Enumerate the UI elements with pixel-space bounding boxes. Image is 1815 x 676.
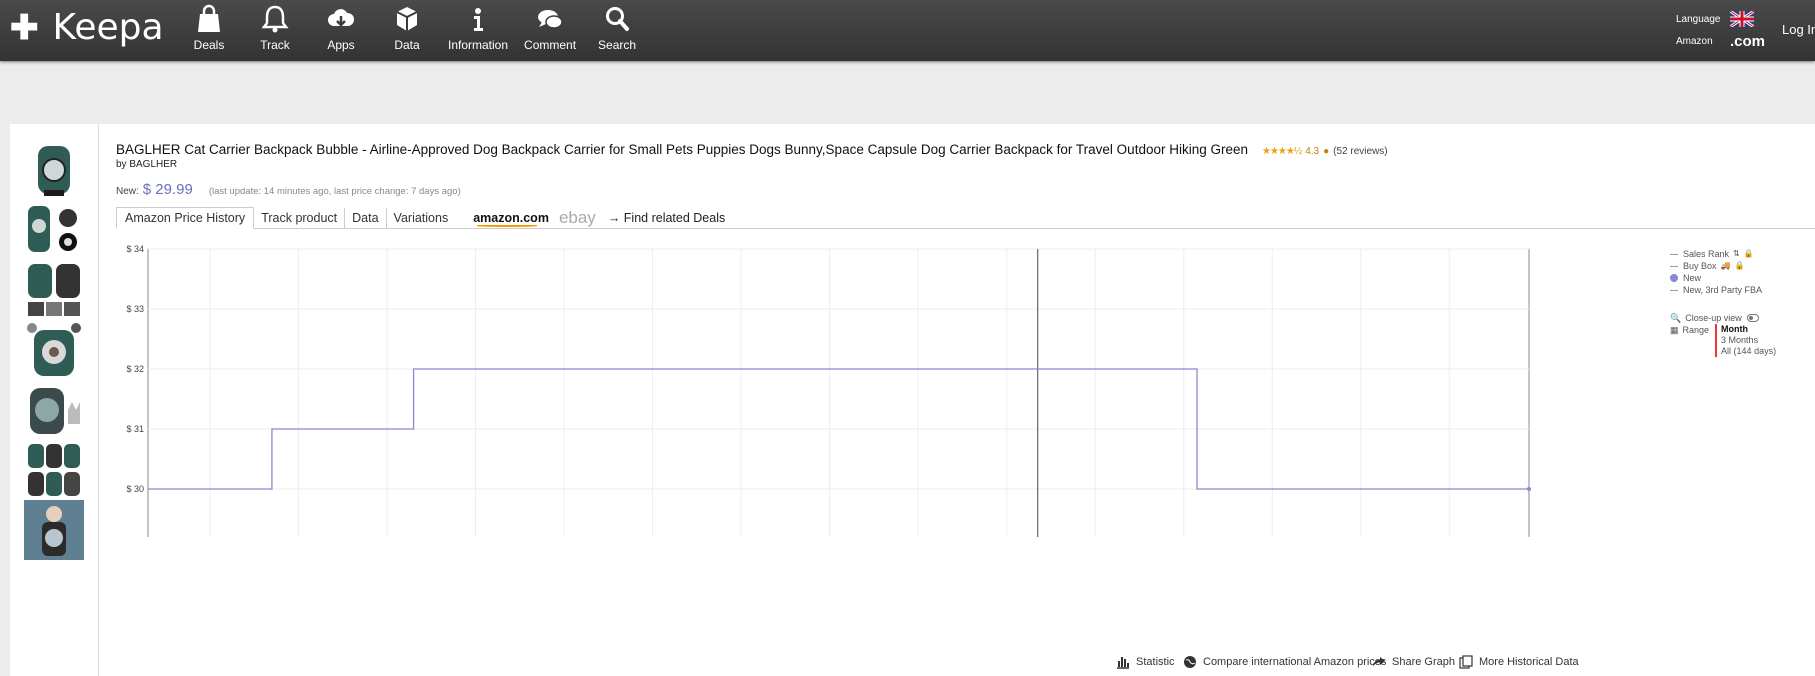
shopping-bag-icon: [198, 4, 220, 32]
nav-deals[interactable]: Deals: [176, 4, 242, 52]
compare-international-button[interactable]: Compare international Amazon prices: [1183, 655, 1386, 669]
legend-new-fba[interactable]: New, 3rd Party FBA: [1670, 284, 1776, 296]
thumbnail-backpack-colors[interactable]: [24, 440, 84, 500]
nav-label: Data: [394, 38, 420, 52]
price-label: New:: [116, 186, 139, 197]
nav-label: Comment: [524, 38, 577, 52]
calendar-icon: ▦: [1670, 325, 1679, 335]
nav-comment[interactable]: Comment: [516, 4, 584, 52]
statistic-button[interactable]: Statistic: [1116, 655, 1175, 669]
product-thumbnails: [10, 124, 99, 676]
thumbnail-person-wearing-backpack[interactable]: [24, 500, 84, 560]
thumbnail-backpack-front[interactable]: [24, 140, 84, 200]
y-tick-label: $ 32: [126, 364, 144, 374]
rating-value: 4.3: [1305, 146, 1320, 157]
search-icon: [606, 7, 630, 31]
chart-legend: Sales Rank ⇅ 🔒 Buy Box 🚚 🔒 New New, 3rd Part…: [1670, 248, 1776, 357]
lock-icon: 🔒: [1743, 249, 1754, 258]
product-title-line: BAGLHER Cat Carrier Backpack Bubble - Ai…: [116, 142, 1388, 157]
bell-icon: [261, 5, 289, 33]
thumbnail-backpack-with-cat[interactable]: [24, 380, 84, 440]
amazon-label: Amazon: [1676, 35, 1713, 47]
globe-icon: [1184, 656, 1196, 668]
current-price: $ 29.99: [142, 181, 193, 198]
product-title[interactable]: BAGLHER Cat Carrier Backpack Bubble - Ai…: [116, 142, 1248, 157]
legend-buy-box[interactable]: Buy Box 🚚 🔒: [1670, 260, 1776, 272]
share-icon: [1373, 657, 1385, 667]
tab-data[interactable]: Data: [345, 208, 387, 228]
truck-icon: 🚚: [1720, 261, 1731, 270]
tab-variations[interactable]: Variations: [387, 208, 456, 228]
sort-icon: ⇅: [1733, 249, 1740, 258]
info-icon: [474, 8, 484, 31]
plot-area: [147, 248, 1530, 537]
nav-data[interactable]: Data: [374, 4, 440, 52]
range-option-all[interactable]: All (144 days): [1721, 346, 1776, 357]
nav-search[interactable]: Search: [584, 4, 650, 52]
range-option-month[interactable]: Month: [1721, 324, 1776, 335]
nav-label: Search: [598, 38, 637, 52]
cube-icon: [396, 7, 418, 31]
nav-label: Information: [448, 38, 509, 52]
tab-track-product[interactable]: Track product: [254, 208, 346, 228]
range-selector: ▦ Range Month 3 Months All (144 days): [1670, 324, 1777, 357]
y-tick-label: $ 30: [126, 484, 144, 494]
nav-label: Track: [260, 38, 290, 52]
keepa-logo[interactable]: ✚ Keepa: [10, 8, 164, 48]
share-graph-button[interactable]: Share Graph: [1372, 655, 1455, 669]
legend-new[interactable]: New: [1670, 272, 1776, 284]
amazon-domain[interactable]: .com: [1730, 33, 1765, 50]
language-label: Language: [1676, 13, 1721, 25]
logo-text: Keepa: [52, 7, 164, 48]
top-navigation-bar: ✚ Keepa Deals Track Apps Data Informatio…: [0, 0, 1815, 61]
main-nav: Deals Track Apps Data Information Commen…: [176, 4, 650, 52]
toggle-icon: [1746, 314, 1759, 322]
y-tick-label: $ 31: [126, 424, 144, 434]
tab-price-history[interactable]: Amazon Price History: [116, 207, 255, 229]
product-panel: BAGLHER Cat Carrier Backpack Bubble - Ai…: [10, 124, 1815, 676]
plus-icon: ✚: [10, 9, 39, 47]
comments-icon: [538, 10, 563, 29]
login-link[interactable]: Log In: [1782, 22, 1815, 37]
find-related-deals-link[interactable]: → Find related Deals: [608, 208, 725, 228]
nav-information[interactable]: Information: [440, 4, 516, 52]
y-tick-label: $ 34: [126, 244, 144, 254]
brand-byline: by BAGLHER: [116, 159, 178, 170]
product-tabs: Amazon Price History Track product Data …: [116, 206, 1815, 229]
nav-label: Apps: [327, 38, 355, 52]
range-option-3-months[interactable]: 3 Months: [1721, 335, 1776, 346]
ebay-link[interactable]: ebay: [559, 208, 596, 228]
info-circle-icon: ●: [1323, 146, 1330, 157]
price-line: New: $ 29.99 (last update: 14 minutes ago,…: [116, 181, 461, 198]
nav-label: Deals: [193, 38, 225, 52]
closeup-view-toggle[interactable]: 🔍 Close-up view: [1670, 312, 1776, 324]
locale-selector[interactable]: Language Amazon .com: [1676, 8, 1765, 52]
thumbnail-backpack-features[interactable]: [24, 200, 84, 260]
series-end-marker: [1527, 487, 1531, 491]
legend-sales-rank[interactable]: Sales Rank ⇅ 🔒: [1670, 248, 1776, 260]
review-count[interactable]: (52 reviews): [1333, 146, 1387, 157]
price-history-chart[interactable]: $ 34$ 33$ 32$ 31$ 30$ 29Dec 13Dec 15Dec …: [116, 237, 1556, 537]
amazon-link[interactable]: amazon.com: [473, 208, 549, 228]
search-icon: 🔍: [1670, 313, 1682, 323]
copy-icon: [1459, 655, 1473, 669]
lock-icon: 🔒: [1734, 261, 1745, 270]
y-tick-label: $ 33: [126, 304, 144, 314]
bar-chart-icon: [1117, 657, 1129, 669]
rating-stars-icon: ★★★★½: [1262, 146, 1302, 157]
thumbnail-cat-in-backpack[interactable]: [24, 320, 84, 380]
thumbnail-backpack-details[interactable]: [24, 260, 84, 320]
update-info: (last update: 14 minutes ago, last price…: [208, 186, 461, 197]
nav-track[interactable]: Track: [242, 4, 308, 52]
uk-flag-icon[interactable]: [1730, 11, 1754, 27]
more-historical-data-button[interactable]: More Historical Data: [1459, 655, 1579, 669]
nav-apps[interactable]: Apps: [308, 4, 374, 52]
cloud-download-icon: [328, 9, 355, 27]
